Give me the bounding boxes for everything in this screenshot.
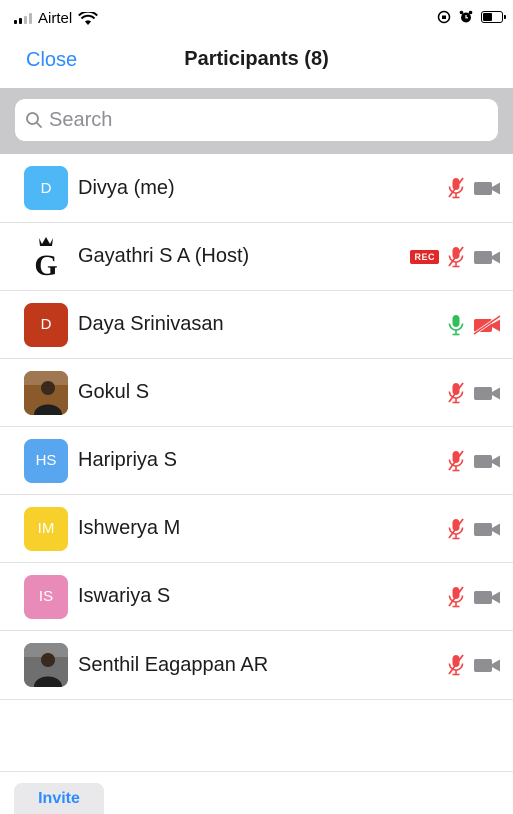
avatar-initials: HS — [24, 438, 68, 483]
recording-badge: REC — [410, 249, 439, 264]
video-icon — [474, 454, 500, 468]
avatar-initials-text: HS — [35, 452, 57, 469]
participant-row[interactable]: IS Iswariya S — [0, 563, 513, 631]
avatar-photo — [24, 370, 68, 415]
participant-status-icons — [447, 449, 501, 473]
carrier-label: Airtel — [38, 10, 73, 27]
svg-text:G: G — [34, 249, 57, 279]
avatar-initials: D — [24, 302, 68, 347]
signal-icon — [14, 13, 32, 24]
participant-name: Haripriya S — [78, 449, 177, 471]
orientation-lock-icon — [437, 10, 451, 24]
participant-status-icons — [447, 381, 501, 405]
alarm-icon — [459, 10, 473, 23]
search-input[interactable] — [49, 108, 469, 132]
wifi-icon — [78, 11, 99, 25]
participant-status-icons — [447, 176, 501, 200]
microphone-muted-icon — [448, 449, 464, 471]
avatar-initials: D — [24, 166, 68, 210]
microphone-muted-icon — [448, 381, 464, 403]
participant-status-icons: REC — [410, 245, 501, 269]
participant-status-icons — [447, 653, 501, 677]
participant-name: Gokul S — [78, 381, 150, 403]
video-icon — [474, 386, 500, 400]
participant-list: D Divya (me) G Gayathri S A (Host) REC D Daya … — [0, 154, 513, 700]
microphone-muted-icon — [448, 245, 464, 267]
search-bar — [0, 88, 513, 154]
participant-name: Ishwerya M — [78, 517, 181, 539]
nav-bar: Close Participants (8) — [0, 36, 513, 88]
participant-name: Daya Srinivasan — [78, 313, 224, 335]
participant-row[interactable]: D Divya (me) — [0, 154, 513, 223]
avatar-photo — [24, 643, 68, 687]
participant-row[interactable]: Gokul S — [0, 359, 513, 427]
avatar-initials-text: D — [40, 179, 52, 197]
participant-name: Senthil Eagappan AR — [78, 653, 269, 676]
avatar-initials-text: IM — [37, 520, 55, 537]
avatar-initials-text: IS — [38, 588, 54, 605]
video-off-icon — [473, 314, 501, 335]
person-photo-icon — [24, 643, 68, 687]
search-icon — [26, 112, 42, 128]
avatar-initials: IM — [24, 506, 68, 551]
avatar-initials-text: D — [40, 316, 52, 333]
microphone-muted-icon — [448, 654, 464, 676]
crown-letter-logo-icon: G — [34, 236, 58, 279]
participant-name: Gayathri S A (Host) — [78, 245, 250, 267]
microphone-muted-icon — [448, 517, 464, 539]
video-icon — [474, 659, 500, 672]
microphone-muted-icon — [448, 585, 464, 607]
participant-status-icons — [447, 585, 501, 609]
participant-row[interactable]: IM Ishwerya M — [0, 495, 513, 563]
participant-row[interactable]: G Gayathri S A (Host) REC — [0, 223, 513, 291]
video-icon — [474, 590, 500, 604]
status-right — [437, 10, 506, 24]
invite-button[interactable]: Invite — [14, 783, 104, 814]
video-icon — [474, 522, 500, 536]
search-box[interactable] — [15, 99, 498, 141]
participant-row[interactable]: D Daya Srinivasan — [0, 291, 513, 359]
microphone-muted-icon — [448, 177, 464, 199]
participant-status-icons — [447, 517, 501, 541]
bottom-bar: Invite — [0, 771, 513, 814]
participant-name: Divya (me) — [78, 176, 175, 199]
participant-row[interactable]: Senthil Eagappan AR — [0, 631, 513, 700]
participant-status-icons — [447, 313, 501, 337]
status-left: Airtel — [14, 10, 99, 27]
battery-icon — [481, 11, 506, 23]
participant-name: Iswariya S — [78, 585, 171, 607]
microphone-icon — [448, 314, 464, 335]
person-photo-icon — [24, 370, 68, 415]
status-bar: Airtel — [0, 0, 513, 36]
video-icon — [474, 250, 500, 264]
avatar-initials: IS — [24, 574, 68, 619]
participant-row[interactable]: HS Haripriya S — [0, 427, 513, 495]
avatar: G — [24, 235, 68, 279]
video-icon — [474, 182, 500, 195]
close-button[interactable]: Close — [26, 49, 77, 72]
